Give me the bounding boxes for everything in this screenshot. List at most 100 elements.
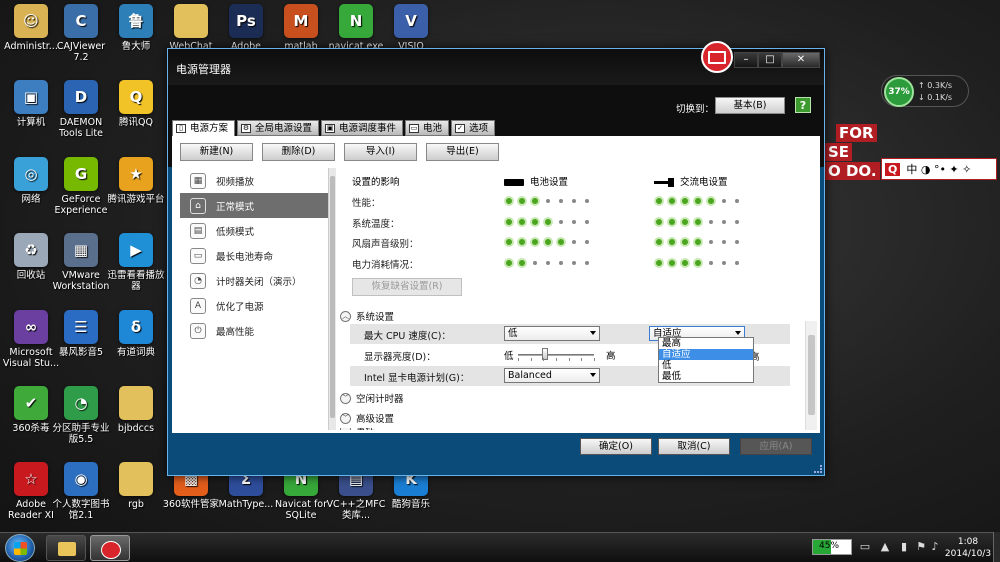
cpu-speed-battery-select[interactable]: 低 bbox=[504, 326, 600, 341]
taskbar-power-manager-icon[interactable] bbox=[90, 535, 130, 561]
tab-icon: ⚙ bbox=[241, 123, 252, 133]
plan-icon: ▦ bbox=[190, 172, 206, 189]
tab-label: 电池 bbox=[423, 122, 443, 134]
battery-tray-icon[interactable]: ▭ bbox=[858, 540, 872, 554]
plan-icon: ◔ bbox=[190, 272, 206, 289]
tab-2[interactable]: ▣ 电源调度事件 bbox=[321, 120, 404, 136]
app-icon bbox=[119, 386, 153, 420]
minimize-button[interactable]: – bbox=[734, 52, 758, 68]
tab-icon: ▯ bbox=[176, 124, 186, 133]
impact-dot bbox=[722, 260, 726, 265]
help-icon[interactable]: ? bbox=[795, 97, 811, 113]
impact-dot bbox=[543, 216, 553, 227]
plan-list-scrollbar[interactable] bbox=[328, 168, 336, 430]
dropdown-option[interactable]: 低 bbox=[659, 360, 753, 371]
desktop-icon[interactable]: 鲁鲁大师 bbox=[105, 4, 167, 52]
impact-dot bbox=[517, 216, 527, 227]
desktop-icon-label: GeForce Experience bbox=[54, 194, 108, 216]
plan-item[interactable]: ▭ 最长电池寿命 bbox=[180, 243, 334, 268]
cancel-button[interactable]: 取消(C) bbox=[658, 438, 730, 455]
impact-dot bbox=[530, 237, 540, 247]
desktop-icon[interactable]: D DAEMON Tools Lite bbox=[50, 80, 112, 139]
desktop-icon[interactable]: C CAJViewer 7.2 bbox=[50, 4, 112, 63]
title-bar[interactable]: 电源管理器 – □ ✕ bbox=[168, 41, 824, 85]
desktop-icon[interactable]: Q 腾讯QQ bbox=[105, 80, 167, 128]
show-desktop-button[interactable] bbox=[993, 532, 1000, 562]
desktop-icon[interactable]: rgb bbox=[105, 462, 167, 510]
tab-0[interactable]: ▯ 电源方案 bbox=[172, 120, 236, 137]
app-icon: G bbox=[64, 157, 98, 191]
app-icon: Q bbox=[119, 80, 153, 114]
desktop-icon[interactable]: Nnavicat.exe bbox=[325, 4, 387, 52]
restore-defaults-button[interactable]: 恢复缺省设置(R) bbox=[352, 278, 462, 296]
volume-tray-icon[interactable]: ♪ bbox=[928, 540, 942, 554]
impact-dot bbox=[572, 199, 576, 203]
delete-plan-button[interactable]: 删除(D) bbox=[262, 143, 335, 161]
tab-4[interactable]: ✓ 选项 bbox=[451, 120, 496, 136]
arrow-up-tray-icon[interactable]: ▲ bbox=[878, 540, 892, 554]
taskbar-explorer-icon[interactable] bbox=[46, 535, 86, 561]
impact-dot bbox=[709, 219, 713, 224]
brightness-battery-slider[interactable]: 低 高 bbox=[504, 347, 619, 362]
system-settings-section[interactable]: ︿ 系统设置 bbox=[340, 309, 394, 323]
idle-timer-section[interactable]: ﹀ 空闲计时器 bbox=[340, 391, 404, 405]
desktop-icon[interactable]: ▶ 迅雷看看播放器 bbox=[105, 233, 167, 292]
impact-dot bbox=[654, 257, 664, 268]
impact-dot bbox=[517, 237, 527, 247]
events-section[interactable]: ﹀ 事件 bbox=[340, 428, 375, 430]
taskbar-clock[interactable]: 1:08 2014/10/3 bbox=[943, 536, 993, 560]
app-icon: δ bbox=[119, 310, 153, 344]
ac-impact-meter bbox=[654, 216, 742, 227]
tab-1[interactable]: ⚙ 全局电源设置 bbox=[237, 120, 320, 136]
desktop-icon[interactable]: ◉ 个人数字图书馆2.1 bbox=[50, 462, 112, 521]
start-button[interactable] bbox=[5, 534, 35, 562]
dropdown-option[interactable]: 自适应 bbox=[659, 349, 753, 360]
impact-dot bbox=[722, 240, 726, 244]
wallpaper-text-3: O DO. bbox=[825, 162, 880, 180]
desktop-icon[interactable]: ★ 腾讯游戏平台 bbox=[105, 157, 167, 205]
desktop-icon[interactable]: Mmatlab bbox=[270, 4, 332, 52]
apply-button[interactable]: 应用(A) bbox=[740, 438, 812, 455]
slider-track bbox=[518, 354, 594, 356]
impact-dot bbox=[572, 219, 576, 224]
close-button[interactable]: ✕ bbox=[782, 52, 820, 68]
chevron-down-icon: ﹀ bbox=[340, 428, 351, 430]
resize-grip[interactable] bbox=[814, 465, 822, 473]
app-icon: ◔ bbox=[64, 386, 98, 420]
new-plan-button[interactable]: 新建(N) bbox=[180, 143, 253, 161]
export-plan-button[interactable]: 导出(E) bbox=[426, 143, 499, 161]
slider-tick bbox=[518, 358, 519, 361]
import-plan-button[interactable]: 导入(I) bbox=[344, 143, 417, 161]
desktop-icon[interactable]: bjbdccs bbox=[105, 386, 167, 434]
network-tray-icon[interactable]: ▮ bbox=[897, 540, 911, 554]
plan-item[interactable]: ⌂ 正常模式 bbox=[180, 193, 334, 218]
app-icon bbox=[174, 4, 208, 38]
network-speed-widget[interactable]: 37% ↑ 0.3K/s ↓ 0.1K/s bbox=[881, 75, 969, 107]
plan-item[interactable]: ⏻ 最高性能 bbox=[180, 318, 334, 343]
plan-item[interactable]: ▦ 视频播放 bbox=[180, 168, 334, 193]
dropdown-option[interactable]: 最高 bbox=[659, 338, 753, 349]
advanced-settings-section[interactable]: ﹀ 高级设置 bbox=[340, 411, 394, 425]
desktop-icon[interactable]: ◔ 分区助手专业版5.5 bbox=[50, 386, 112, 445]
plan-item[interactable]: A 优化了电源 bbox=[180, 293, 334, 318]
plan-item[interactable]: ◔ 计时器关闭（演示） bbox=[180, 268, 334, 293]
dropdown-option[interactable]: 最低 bbox=[659, 371, 753, 382]
maximize-button[interactable]: □ bbox=[758, 52, 782, 68]
desktop-icon[interactable]: δ 有道词典 bbox=[105, 310, 167, 358]
desktop-icon[interactable]: G GeForce Experience bbox=[50, 157, 112, 216]
ok-button[interactable]: 确定(O) bbox=[580, 438, 652, 455]
desktop-icon[interactable]: ▦ VMware Workstation bbox=[50, 233, 112, 292]
tray-battery-indicator[interactable]: 45% bbox=[812, 539, 852, 555]
basic-mode-button[interactable]: 基本(B) bbox=[715, 97, 785, 114]
impact-label: 风扇声音级别： bbox=[352, 239, 419, 250]
flag-tray-icon[interactable]: ⚑ bbox=[914, 540, 928, 554]
qq-input-bar[interactable]: Q 中 ◑ °• ✦ ✧ bbox=[881, 158, 997, 180]
settings-scrollbar[interactable] bbox=[805, 321, 817, 430]
tab-3[interactable]: ▭ 电池 bbox=[405, 120, 450, 136]
plan-item[interactable]: ▤ 低频模式 bbox=[180, 218, 334, 243]
desktop-icon[interactable]: Ps Adobe bbox=[215, 4, 277, 52]
intel-graphics-battery-select[interactable]: Balanced bbox=[504, 368, 600, 383]
desktop-icon[interactable]: V VISIO bbox=[380, 4, 442, 52]
desktop-icon[interactable]: ☰ 暴风影音5 bbox=[50, 310, 112, 358]
desktop-icon[interactable]: WebChat bbox=[160, 4, 222, 52]
